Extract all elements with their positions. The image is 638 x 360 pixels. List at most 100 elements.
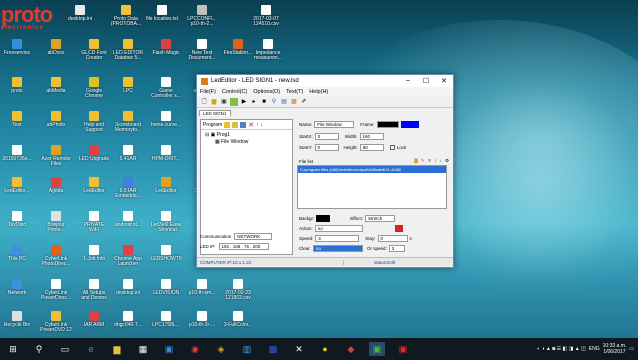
tree-node-prog1[interactable]: ⊟ ▣ Prog1	[205, 132, 288, 139]
app-icon-5[interactable]: ▩	[265, 342, 281, 356]
desktop-icon[interactable]: CyberLink PhotoDirec...	[40, 244, 72, 274]
desktop-icon[interactable]: dngc040-7...	[112, 310, 144, 340]
desktop-icon[interactable]: LedEditor	[78, 176, 110, 206]
desktop-icon[interactable]: Acer Remote Files	[40, 144, 72, 174]
title-bar[interactable]: LedEditor - LED SIGN1 - new.lsd – ☐ ✕	[197, 75, 453, 87]
edit-file-icon[interactable]: ✎	[421, 158, 425, 164]
desktop-icon[interactable]: Led3el2.Ease - Shortcut	[150, 210, 182, 240]
move-up-icon[interactable]: ↑	[434, 158, 436, 164]
name-field[interactable]: File Window	[314, 121, 355, 128]
desktop-icon[interactable]: 1-Job Info	[78, 244, 110, 274]
store-icon[interactable]: ▦	[135, 342, 151, 356]
desktop-icon[interactable]: p10-th-2r-...	[186, 310, 218, 340]
windows-start-icon[interactable]: ⊞	[5, 342, 21, 356]
starty-field[interactable]: 0	[314, 144, 339, 151]
desktop-icon[interactable]: LEDSHOWT0	[150, 244, 182, 274]
led-ip-field[interactable]: 192 . 168 . 76 . 200	[218, 243, 269, 250]
desktop-icon[interactable]: 6.5 IAR Embedde...	[112, 176, 144, 206]
lock-checkbox[interactable]	[389, 145, 395, 150]
edge-icon[interactable]: e	[83, 342, 99, 356]
down-icon[interactable]: ↓	[261, 122, 264, 128]
app-icon-9[interactable]: ▣	[395, 342, 411, 356]
action-color-swatch[interactable]	[394, 225, 403, 232]
file-settings-icon[interactable]: ⚙	[445, 158, 449, 164]
desktop-icon[interactable]: PRIVATE WiFi	[78, 210, 110, 240]
desktop-icon[interactable]: Game Controller s...	[150, 76, 182, 106]
desktop-icon[interactable]: android st...	[112, 210, 144, 240]
speed-field[interactable]: 3	[315, 235, 360, 242]
play-icon[interactable]: ▶	[240, 98, 248, 106]
up-icon[interactable]: ↑	[256, 122, 259, 128]
zoom-icon[interactable]: ⚲	[270, 98, 278, 106]
desktop-icon[interactable]: This PC	[1, 244, 33, 274]
file-list[interactable]: C:\program files (x86)\lededitor\output\…	[297, 165, 447, 209]
desktop-icon[interactable]: LPC1758L...	[150, 310, 182, 340]
desktop-icon[interactable]: Recycle Bin	[1, 310, 33, 340]
clear-select[interactable]: no	[313, 245, 364, 252]
desktop-icon[interactable]: Flash Magic	[150, 38, 182, 68]
task-view-icon[interactable]: ▭	[57, 342, 73, 356]
desktop-icon[interactable]: LPCCONFI... p10-th-2...	[186, 4, 218, 34]
desktop-icon[interactable]: IAR ARM	[78, 310, 110, 340]
desktop-icon[interactable]: desktop.ini	[112, 278, 144, 308]
desktop-icon[interactable]: Chrome App Launcher	[112, 244, 144, 274]
lededitor-window[interactable]: LedEditor - LED SIGN1 - new.lsd – ☐ ✕ Fi…	[196, 74, 454, 268]
desktop-icon[interactable]: home.curve...	[150, 110, 182, 140]
desktop-icon[interactable]: Bonjour Printe...	[40, 210, 72, 240]
desktop-icon[interactable]: CyberLink PowerDVD 12	[40, 310, 72, 340]
app-icon-7[interactable]: ●	[317, 342, 333, 356]
desktop-icon[interactable]: LED Upgrade	[78, 144, 110, 174]
copy-icon[interactable]	[240, 121, 247, 128]
desktop-icon[interactable]: proto	[1, 76, 33, 106]
edit-icon[interactable]	[230, 97, 238, 106]
folder-icon[interactable]	[224, 121, 231, 128]
open-icon[interactable]: ▆	[210, 98, 218, 106]
app-icon-8[interactable]: ◆	[343, 342, 359, 356]
send-icon[interactable]: ▤	[280, 98, 288, 106]
desktop-icon[interactable]: 3-FullColor...	[222, 310, 254, 340]
clock[interactable]: 10:33 a.m. 1/06/2017	[603, 343, 627, 355]
desktop-icon[interactable]: Google Chrome	[78, 76, 110, 106]
menu-file[interactable]: File(F)	[200, 89, 216, 95]
desktop-icon[interactable]: Impedance measurem...	[252, 38, 284, 68]
frame-color-swatch[interactable]	[400, 121, 419, 128]
menu-text[interactable]: Text(T)	[286, 89, 303, 95]
close-icon[interactable]: ✕	[435, 77, 453, 85]
menu-help[interactable]: Help(H)	[309, 89, 328, 95]
desktop-icon[interactable]: file location.txt	[146, 4, 178, 34]
stay-field[interactable]: 0	[377, 235, 408, 242]
or-speed-field[interactable]: 3	[388, 245, 405, 252]
desktop-icon[interactable]: Text	[1, 110, 33, 140]
frame-select[interactable]	[376, 121, 399, 128]
app-icon-2[interactable]: ◉	[187, 342, 203, 356]
background-color-swatch[interactable]	[316, 215, 331, 222]
menu-options[interactable]: Options(O)	[253, 89, 280, 95]
desktop-icon[interactable]: Help and Support	[78, 110, 110, 140]
desktop-icon[interactable]: GLCD Font Creator	[78, 38, 110, 68]
file-explorer-icon[interactable]: ▆	[109, 342, 125, 356]
desktop-icon[interactable]: All Setups and Demos	[78, 278, 110, 308]
communication-select[interactable]: NETWORK	[234, 233, 273, 240]
desktop-icon[interactable]: abDocs	[40, 38, 72, 68]
minimize-icon[interactable]: –	[399, 77, 417, 85]
search-icon[interactable]: ⚲	[31, 342, 47, 356]
desktop-icon[interactable]: TaxOxid	[1, 210, 33, 240]
add-icon[interactable]	[232, 121, 239, 128]
desktop-icon[interactable]: abPhoto	[40, 110, 72, 140]
tray-icons[interactable]: ◐ ◑ ▲ ◙ ☰ ◧ ◨ ▲ ◫	[537, 346, 586, 352]
program-tree[interactable]: ⊟ ▣ Prog1 ▦ File Window	[201, 130, 292, 148]
desktop-icon[interactable]: HPM-DRIT...	[150, 144, 182, 174]
desktop-icon[interactable]: LED EDITOR Databse 5...	[112, 38, 144, 68]
desktop-icon[interactable]: FireStation...	[222, 38, 254, 68]
lededitor-taskbar-icon[interactable]: ▣	[369, 342, 385, 356]
desktop-icon[interactable]: LedEditor	[150, 176, 182, 206]
stop-icon[interactable]: ■	[260, 98, 268, 106]
desktop-icon[interactable]: Network	[1, 278, 33, 308]
save-icon[interactable]: ▣	[220, 98, 228, 106]
width-field[interactable]: 160	[359, 133, 384, 140]
menu-control[interactable]: Control(C)	[222, 89, 247, 95]
desktop-icon[interactable]: 5.41AR	[112, 144, 144, 174]
desktop-icon[interactable]: abMedia	[40, 76, 72, 106]
settings-icon[interactable]: ▩	[290, 98, 298, 106]
desktop-icon[interactable]: New Text Document...	[186, 38, 218, 68]
